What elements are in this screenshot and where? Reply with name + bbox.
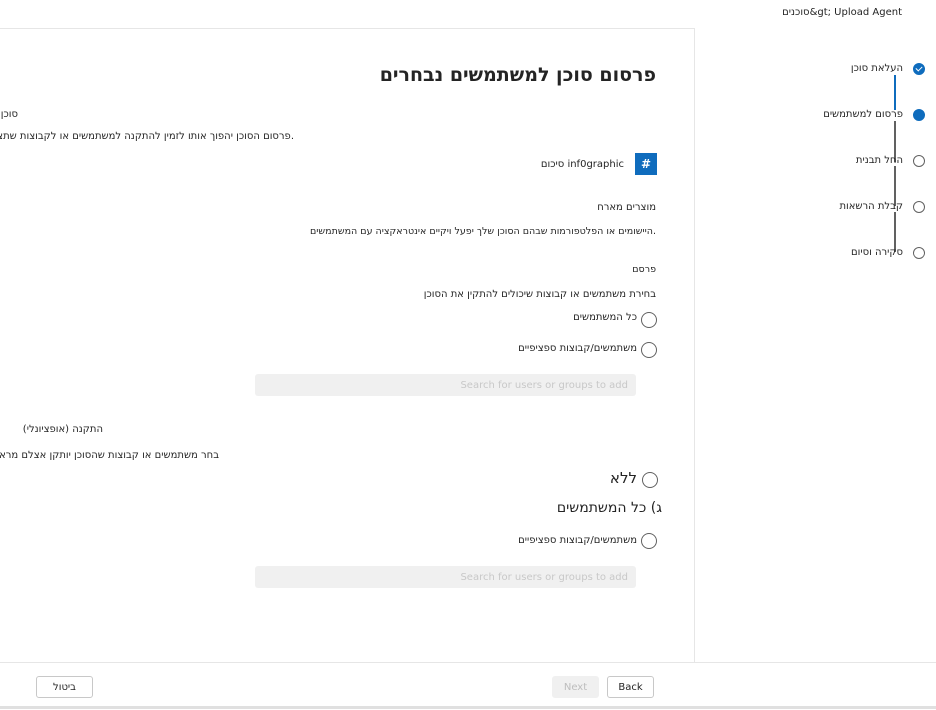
page-title: פרסום סוכן למשתמשים נבחרים [379,64,656,86]
step-get-permissions[interactable]: קבלת הרשאות [839,201,925,213]
step-upload-agent[interactable]: העלאת סוכן [850,63,925,75]
host-products-description: היישומים או הפלטפורמות שבהם הסוכן שלך יפ… [310,226,656,237]
step-label: החל תבנית [855,155,903,166]
agent-hash-icon: # [635,153,657,175]
step-review-finish[interactable]: סקירה וסיום [851,247,925,259]
footer-bar: Back Next ביטול [0,662,936,710]
agent-summary: סיכום inf0graphic [540,159,624,170]
main-panel: פרסום סוכן למשתמשים נבחרים סוכן פרסום הס… [0,28,694,662]
step-pending-icon [913,155,925,167]
agent-label: סוכן [0,109,18,120]
publish-specific-radio[interactable] [641,342,657,358]
step-apply-template[interactable]: החל תבנית [855,155,925,167]
step-pending-icon [913,247,925,259]
publish-all-users-radio[interactable] [641,312,657,328]
publish-all-users-label: כל המשתמשים [573,312,637,323]
install-label: (התקנה (אופציונלי [22,424,103,435]
install-all-users-label[interactable]: ג) כל המשתמשים [557,500,662,516]
publish-label: פרסם [632,264,656,275]
step-label: העלאת סוכן [850,63,903,74]
step-label: סקירה וסיום [851,247,903,258]
step-check-icon [913,63,925,75]
top-bar: סוכנים&gt; Upload Agent [0,0,936,29]
wizard-stepper: העלאת סוכן פרסום למשתמשים החל תבנית קבלת… [694,28,936,662]
publish-search-input[interactable] [255,374,636,396]
step-label: פרסום למשתמשים [823,109,903,120]
agent-description: פרסום הסוכן יהפוך אותו לזמין להתקנה למשת… [0,131,294,142]
install-none-label: ללא [609,469,637,487]
install-none-radio[interactable] [642,472,658,488]
cancel-button[interactable]: ביטול [36,676,93,698]
step-publish-users[interactable]: פרסום למשתמשים [823,109,925,121]
host-products-label: מוצרים מארח [597,202,656,213]
step-connector [894,166,896,206]
step-connector [894,75,896,110]
step-active-icon [913,109,925,121]
install-specific-radio[interactable] [641,533,657,549]
step-connector [894,212,896,252]
back-button[interactable]: Back [607,676,654,698]
breadcrumb[interactable]: סוכנים&gt; Upload Agent [782,7,902,18]
publish-description: בחירת משתמשים או קבוצות שיכולים להתקין א… [423,289,656,300]
publish-specific-label: משתמשים/קבוצות ספציפיים [518,343,637,354]
install-specific-label: משתמשים/קבוצות ספציפיים [518,535,637,546]
step-label: קבלת הרשאות [839,201,903,212]
install-description: בחר משתמשים או קבוצות שהסוכן יותקן אצלם … [0,450,219,461]
next-button[interactable]: Next [552,676,599,698]
step-pending-icon [913,201,925,213]
install-search-input[interactable] [255,566,636,588]
